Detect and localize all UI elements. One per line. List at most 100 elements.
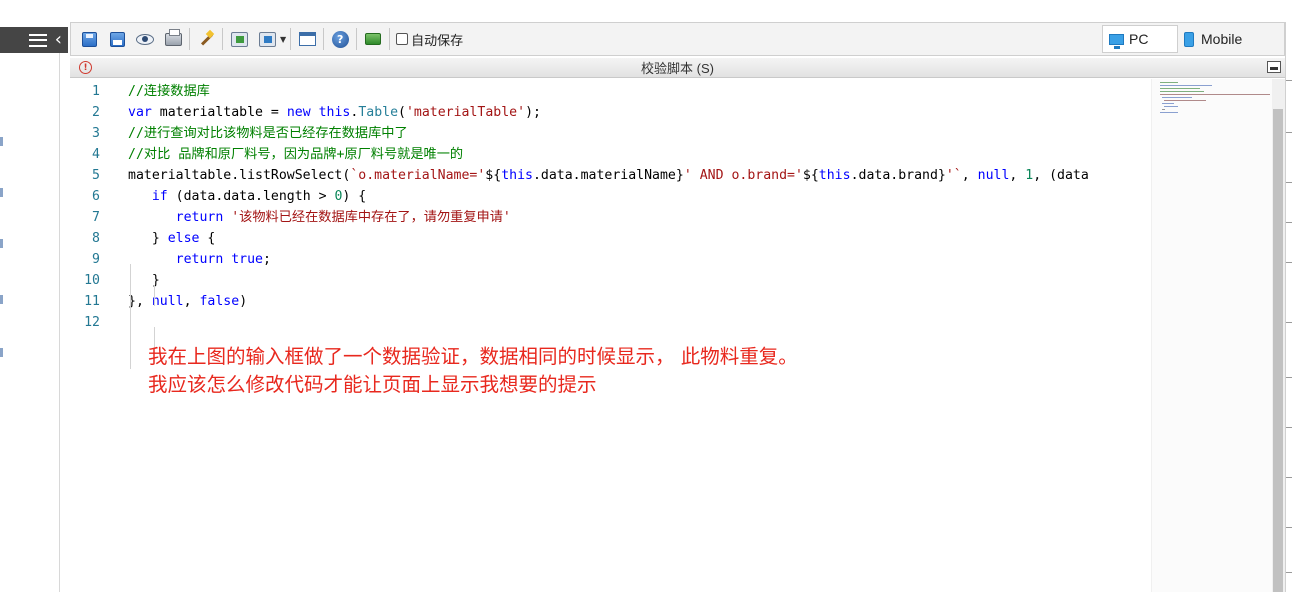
code-text: materialtable.listRowSelect(`o.materialN…	[128, 168, 1089, 183]
device-mobile-tab[interactable]: Mobile	[1178, 25, 1276, 53]
ruler-tick	[1286, 132, 1292, 133]
device-switch: PC Mobile	[1102, 25, 1276, 53]
sidebar-marker	[0, 239, 3, 248]
app-window: ‹ ▼ ? 自动保存 PC Mobile ! 校验脚本 (S) 1 //连接数据…	[0, 0, 1292, 592]
chevron-left-icon: ‹	[54, 29, 62, 50]
export-button[interactable]	[255, 27, 279, 51]
print-icon	[164, 28, 182, 46]
left-sidebar-collapsed	[0, 53, 60, 592]
code-text: return '该物料已经在数据库中存在了，请勿重复申请'	[175, 210, 511, 225]
minimap-line	[1160, 112, 1178, 113]
magic-wand-icon	[198, 31, 214, 47]
import-button[interactable]	[227, 27, 251, 51]
code-editor[interactable]: 1 //连接数据库 2 var materialtable = new this.Ta…	[70, 79, 1272, 592]
code-line[interactable]: 5 materialtable.listRowSelect(`o.material…	[70, 165, 1220, 186]
code-text: //连接数据库	[128, 84, 210, 99]
code-text: } else {	[128, 231, 216, 246]
info-icon[interactable]: !	[79, 61, 92, 74]
toolbar-separator	[323, 28, 325, 50]
ruler-tick	[1286, 477, 1292, 478]
scrollbar-thumb[interactable]	[1273, 109, 1283, 592]
ruler-tick	[1286, 377, 1292, 378]
sidebar-marker	[0, 295, 3, 304]
magic-wand-button[interactable]	[194, 27, 218, 51]
ruler-tick	[1286, 572, 1292, 573]
code-line[interactable]: 1 //连接数据库	[70, 81, 1220, 102]
window-button[interactable]	[295, 27, 319, 51]
question-annotation: 我在上图的输入框做了一个数据验证，数据相同的时候显示， 此物料重复。 我应该怎么…	[148, 343, 908, 399]
code-line[interactable]: 6 if (data.data.length > 0) {	[70, 186, 1220, 207]
save-as-icon	[109, 31, 125, 47]
window-icon	[298, 32, 316, 46]
code-line[interactable]: 8 } else {	[70, 228, 1220, 249]
line-number: 11	[84, 294, 100, 309]
code-text: return true;	[175, 252, 271, 267]
minimize-icon[interactable]	[1267, 61, 1281, 73]
line-number: 4	[92, 147, 100, 162]
code-line[interactable]: 12	[70, 312, 1220, 333]
minimap-line	[1160, 94, 1270, 95]
code-line[interactable]: 2 var materialtable = new this.Table('mat…	[70, 102, 1220, 123]
ruler-tick	[1286, 182, 1292, 183]
toolbar-separator	[356, 28, 358, 50]
code-text: }, null, false)	[128, 294, 248, 309]
sidebar-toggle-button[interactable]: ‹	[0, 27, 68, 53]
line-number: 5	[92, 168, 100, 183]
minimap-line	[1160, 85, 1212, 86]
toolbar-separator	[389, 28, 391, 50]
code-line[interactable]: 9 return true;	[70, 249, 1220, 270]
autosave-checkbox[interactable]: 自动保存	[396, 30, 463, 49]
minimap-line	[1160, 91, 1204, 92]
preview-icon	[136, 33, 154, 45]
save-icon	[81, 31, 97, 47]
code-line[interactable]: 3 //进行查询对比该物料是否已经存在数据库中了	[70, 123, 1220, 144]
monitor-icon	[1109, 33, 1124, 49]
help-button[interactable]: ?	[328, 27, 352, 51]
hamburger-menu-icon	[28, 33, 47, 47]
toolbar-separator	[222, 28, 223, 50]
minimap-line	[1160, 82, 1178, 83]
toolbar-separator	[290, 28, 292, 50]
export-dropdown-caret-icon[interactable]: ▼	[280, 35, 286, 44]
right-edge-ruler	[1285, 22, 1292, 592]
line-number: 8	[92, 231, 100, 246]
panel-title: 校验脚本 (S)	[641, 61, 714, 76]
vertical-scrollbar[interactable]	[1272, 79, 1285, 592]
ruler-tick	[1286, 322, 1292, 323]
panel-title-bar: ! 校验脚本 (S)	[70, 58, 1285, 78]
help-icon: ?	[331, 30, 349, 48]
autosave-label: 自动保存	[411, 32, 464, 48]
checkbox-box[interactable]	[396, 33, 409, 45]
code-line[interactable]: 10 }	[70, 270, 1220, 291]
device-pc-tab[interactable]: PC	[1102, 25, 1178, 53]
phone-icon	[1184, 31, 1194, 47]
minimap-line	[1160, 88, 1200, 89]
code-text: //对比 品牌和原厂料号，因为品牌+原厂料号就是唯一的	[128, 147, 464, 162]
line-number: 12	[84, 315, 100, 330]
minimap-line	[1162, 103, 1174, 104]
device-mobile-label: Mobile	[1201, 31, 1243, 47]
sidebar-marker	[0, 348, 3, 357]
ruler-tick	[1286, 222, 1292, 223]
minimap-line	[1164, 100, 1206, 101]
line-number: 9	[92, 252, 100, 267]
sidebar-marker	[0, 137, 3, 146]
code-line[interactable]: 4 //对比 品牌和原厂料号，因为品牌+原厂料号就是唯一的	[70, 144, 1220, 165]
green-action-button[interactable]	[361, 27, 385, 51]
line-number: 2	[92, 105, 100, 120]
device-pc-label: PC	[1129, 31, 1149, 47]
code-text: }	[128, 273, 160, 288]
line-number: 6	[92, 189, 100, 204]
save-button[interactable]	[77, 27, 101, 51]
code-line[interactable]: 7 return '该物料已经在数据库中存在了，请勿重复申请'	[70, 207, 1220, 228]
print-button[interactable]	[161, 27, 185, 51]
import-icon	[230, 31, 248, 47]
line-number: 3	[92, 126, 100, 141]
code-minimap[interactable]	[1151, 79, 1272, 592]
line-number: 10	[84, 273, 100, 288]
toolbar-separator	[189, 28, 190, 50]
code-text: var materialtable = new this.Table('mate…	[128, 105, 541, 120]
save-as-button[interactable]	[105, 27, 129, 51]
preview-button[interactable]	[133, 27, 157, 51]
code-line[interactable]: 11 }, null, false)	[70, 291, 1220, 312]
